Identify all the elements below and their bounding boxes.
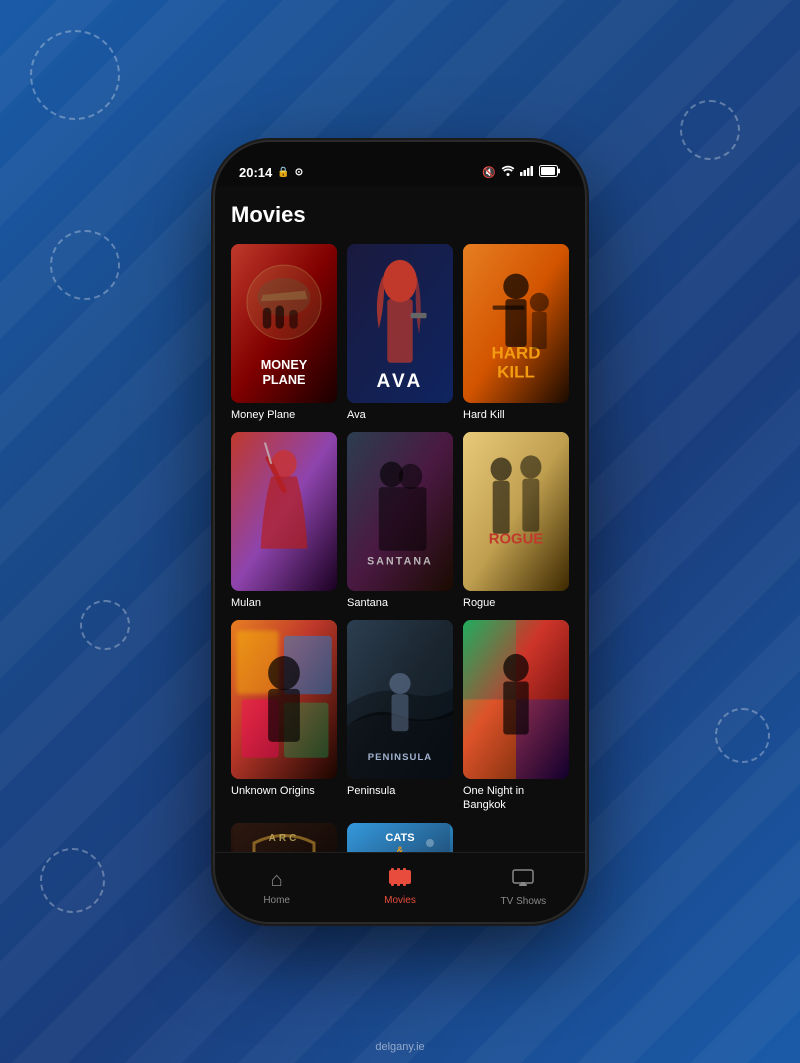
deco-circle-4 bbox=[715, 708, 770, 763]
svg-text:AVA: AVA bbox=[377, 371, 424, 392]
status-icons: 🔇 bbox=[482, 165, 561, 180]
nav-movies-label: Movies bbox=[384, 895, 416, 906]
poster-one-night bbox=[463, 620, 569, 779]
poster-peninsula: PENINSULA bbox=[347, 620, 453, 779]
nav-home[interactable]: ⌂ Home bbox=[215, 869, 338, 906]
movie-item-ava[interactable]: AVA Ava bbox=[347, 244, 453, 422]
movie-label-money-plane: Money Plane bbox=[231, 408, 337, 422]
portrait-icon: ⊙ bbox=[295, 167, 303, 178]
time-display: 20:14 bbox=[239, 165, 272, 180]
movie-label-one-night: One Night in Bangkok bbox=[463, 784, 569, 813]
movie-label-unknown-origins: Unknown Origins bbox=[231, 784, 337, 798]
lock-icon: 🔒 bbox=[277, 167, 289, 178]
poster-rogue: ROGUE bbox=[463, 432, 569, 591]
movie-grid: MONEY PLANE Money Plane bbox=[231, 244, 569, 852]
svg-text:KILL: KILL bbox=[497, 362, 535, 381]
nav-tv-shows[interactable]: TV Shows bbox=[462, 867, 585, 907]
movie-label-rogue: Rogue bbox=[463, 596, 569, 610]
poster-money-plane: MONEY PLANE bbox=[231, 244, 337, 403]
deco-circle-2 bbox=[680, 100, 740, 160]
movie-item-cats-dogs[interactable]: CATS & DOGS PAWS 3 UNITE Cats & Dogs 3 bbox=[347, 823, 453, 852]
battery-icon bbox=[539, 165, 561, 180]
deco-circle-3 bbox=[50, 230, 120, 300]
deco-circle-5 bbox=[40, 848, 105, 913]
movie-item-santana[interactable]: SANTANA Santana bbox=[347, 432, 453, 610]
nav-tv-label: TV Shows bbox=[501, 896, 547, 907]
bottom-nav: ⌂ Home Movies bbox=[215, 852, 585, 922]
movie-item-arc[interactable]: ARC Arc bbox=[231, 823, 337, 852]
movie-item-one-night[interactable]: One Night in Bangkok bbox=[463, 620, 569, 813]
wifi-icon bbox=[501, 165, 515, 179]
movie-label-peninsula: Peninsula bbox=[347, 784, 453, 798]
svg-text:&: & bbox=[397, 845, 404, 852]
phone-frame: 20:14 🔒 ⊙ 🔇 bbox=[215, 142, 585, 922]
movie-label-ava: Ava bbox=[347, 408, 453, 422]
svg-text:ARC: ARC bbox=[269, 833, 300, 844]
deco-circle-1 bbox=[30, 30, 120, 120]
movie-label-hard-kill: Hard Kill bbox=[463, 408, 569, 422]
movie-item-money-plane[interactable]: MONEY PLANE Money Plane bbox=[231, 244, 337, 422]
movie-item-unknown-origins[interactable]: Unknown Origins bbox=[231, 620, 337, 813]
watermark: delgany.ie bbox=[375, 1041, 424, 1053]
svg-text:PLANE: PLANE bbox=[262, 371, 305, 386]
tv-icon bbox=[512, 867, 534, 893]
nav-movies[interactable]: Movies bbox=[338, 868, 461, 906]
movie-label-santana: Santana bbox=[347, 596, 453, 610]
poster-mulan bbox=[231, 432, 337, 591]
content-area[interactable]: Movies bbox=[215, 186, 585, 852]
deco-circle-6 bbox=[80, 600, 130, 650]
movie-item-hard-kill[interactable]: HARD KILL Hard Kill bbox=[463, 244, 569, 422]
poster-hard-kill: HARD KILL bbox=[463, 244, 569, 403]
movie-label-mulan: Mulan bbox=[231, 596, 337, 610]
poster-ava: AVA bbox=[347, 244, 453, 403]
poster-arc: ARC bbox=[231, 823, 337, 852]
nav-home-label: Home bbox=[263, 895, 290, 906]
home-icon: ⌂ bbox=[271, 869, 283, 892]
signal-icon bbox=[520, 165, 534, 179]
movie-item-rogue[interactable]: ROGUE Rogue bbox=[463, 432, 569, 610]
screen: Movies bbox=[215, 186, 585, 922]
movie-item-mulan[interactable]: Mulan bbox=[231, 432, 337, 610]
svg-text:PENINSULA: PENINSULA bbox=[368, 752, 433, 763]
svg-text:ROGUE: ROGUE bbox=[489, 531, 543, 547]
svg-text:SANTANA: SANTANA bbox=[367, 555, 433, 567]
movie-item-peninsula[interactable]: PENINSULA Peninsula bbox=[347, 620, 453, 813]
svg-text:CATS: CATS bbox=[385, 832, 414, 844]
poster-cats-dogs: CATS & DOGS PAWS 3 UNITE bbox=[347, 823, 453, 852]
mute-icon: 🔇 bbox=[482, 166, 496, 179]
poster-santana: SANTANA bbox=[347, 432, 453, 591]
status-time: 20:14 🔒 ⊙ bbox=[239, 165, 303, 180]
poster-unknown-origins bbox=[231, 620, 337, 779]
notch bbox=[330, 142, 470, 170]
page-title: Movies bbox=[231, 202, 569, 228]
movies-icon bbox=[389, 868, 411, 892]
svg-text:MONEY: MONEY bbox=[261, 357, 308, 372]
